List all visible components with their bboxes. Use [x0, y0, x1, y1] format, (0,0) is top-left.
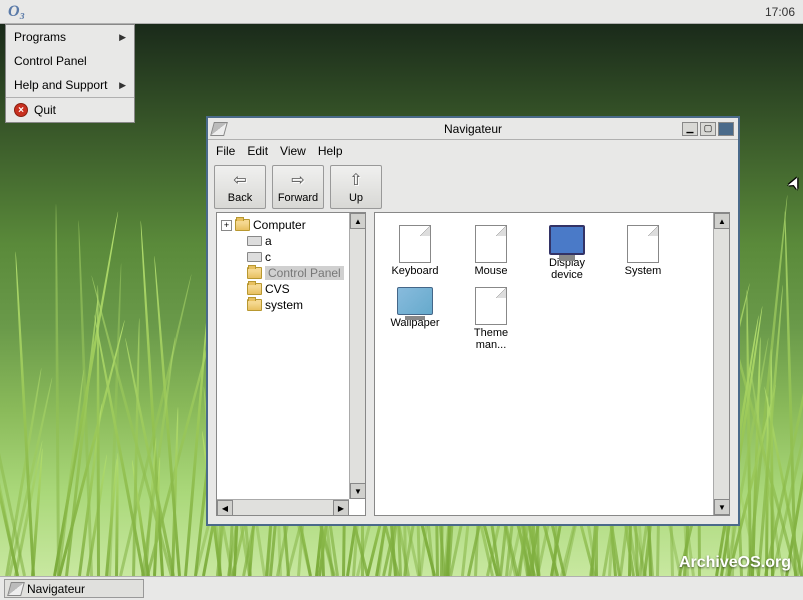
tree-item-a[interactable]: a [221, 233, 361, 249]
item-label: Keyboard [391, 265, 438, 277]
chevron-right-icon: ▶ [119, 80, 126, 91]
folder-icon [247, 299, 262, 311]
item-wallpaper[interactable]: Wallpaper [383, 287, 447, 351]
item-display-device[interactable]: Display device [535, 225, 599, 281]
menu-item-control-panel[interactable]: Control Panel [6, 49, 134, 73]
navigator-window: Navigateur ▁ ▢ File Edit View Help ⇦ Bac… [206, 116, 740, 526]
scroll-up-button[interactable]: ▲ [350, 213, 366, 229]
item-keyboard[interactable]: Keyboard [383, 225, 447, 281]
quit-icon: × [14, 103, 28, 117]
tree-label: system [265, 298, 303, 312]
tree-label: Control Panel [265, 266, 344, 280]
minimize-button[interactable]: ▁ [682, 122, 698, 136]
tree-label: Computer [253, 218, 306, 232]
tree-item-cvs[interactable]: CVS [221, 281, 361, 297]
tree-item-control-panel[interactable]: Control Panel [221, 265, 361, 281]
tree-horizontal-scrollbar[interactable]: ◀ ▶ [217, 499, 349, 515]
document-icon [399, 225, 431, 263]
drive-icon [247, 236, 262, 246]
window-title: Navigateur [444, 122, 502, 136]
menu-item-quit[interactable]: × Quit [6, 98, 134, 122]
menu-item-label: Control Panel [14, 54, 87, 68]
scroll-down-button[interactable]: ▼ [350, 483, 366, 499]
tree-item-c[interactable]: c [221, 249, 361, 265]
menu-item-programs[interactable]: Programs ▶ [6, 25, 134, 49]
folder-icon [235, 219, 250, 231]
menu-help[interactable]: Help [318, 144, 343, 158]
item-label: System [625, 265, 662, 277]
tree-label: c [265, 250, 271, 264]
folder-icon [247, 283, 262, 295]
clock: 17:06 [765, 5, 795, 19]
menu-item-label: Help and Support [14, 78, 107, 92]
arrow-left-icon: ⇦ [233, 170, 246, 190]
close-button[interactable] [718, 122, 734, 136]
menu-item-label: Programs [14, 30, 66, 44]
maximize-button[interactable]: ▢ [700, 122, 716, 136]
menu-item-help-and-support[interactable]: Help and Support ▶ [6, 73, 134, 97]
os-logo[interactable]: O₃ [8, 3, 25, 21]
icon-vertical-scrollbar[interactable]: ▲ ▼ [713, 213, 729, 515]
tree-vertical-scrollbar[interactable]: ▲ ▼ [349, 213, 365, 499]
titlebar[interactable]: Navigateur ▁ ▢ [208, 118, 738, 140]
up-label: Up [349, 192, 363, 204]
screen-icon [397, 287, 433, 315]
item-label: Theme man... [459, 327, 523, 351]
scroll-up-button[interactable]: ▲ [714, 213, 730, 229]
back-button[interactable]: ⇦ Back [214, 165, 266, 209]
drive-icon [247, 252, 262, 262]
up-button[interactable]: ⇧ Up [330, 165, 382, 209]
content-area: + Computer ac Control Panel CVS system ▲ ▼ ◀ … [208, 212, 738, 524]
forward-button[interactable]: ⇨ Forward [272, 165, 324, 209]
window-menubar: File Edit View Help [208, 140, 738, 162]
start-menu: Programs ▶ Control Panel Help and Support ▶ ×… [5, 24, 135, 123]
tree-root-computer[interactable]: + Computer [221, 217, 361, 233]
tree-label: a [265, 234, 272, 248]
task-label: Navigateur [27, 582, 85, 596]
item-theme-man-[interactable]: Theme man... [459, 287, 523, 351]
back-label: Back [228, 192, 252, 204]
item-mouse[interactable]: Mouse [459, 225, 523, 281]
quit-label: Quit [34, 103, 56, 117]
tree-panel: + Computer ac Control Panel CVS system ▲ ▼ ◀ … [216, 212, 366, 516]
tree-item-system[interactable]: system [221, 297, 361, 313]
scroll-right-button[interactable]: ▶ [333, 500, 349, 516]
arrow-up-icon: ⇧ [349, 170, 362, 190]
document-icon [475, 287, 507, 325]
taskbar-task-navigateur[interactable]: Navigateur [4, 579, 144, 598]
watermark: ArchiveOS.org [679, 554, 791, 572]
scroll-down-button[interactable]: ▼ [714, 499, 730, 515]
toolbar: ⇦ Back ⇨ Forward ⇧ Up [208, 162, 738, 212]
document-icon [475, 225, 507, 263]
titlebar-app-icon [210, 122, 228, 136]
icon-panel: Keyboard Mouse Display device System Wallpap… [374, 212, 730, 516]
task-app-icon [7, 582, 25, 596]
forward-label: Forward [278, 192, 318, 204]
folder-icon [247, 267, 262, 279]
menu-view[interactable]: View [280, 144, 306, 158]
document-icon [627, 225, 659, 263]
top-menubar: O₃ 17:06 [0, 0, 803, 24]
menu-edit[interactable]: Edit [247, 144, 268, 158]
monitor-icon [549, 225, 585, 255]
tree-label: CVS [265, 282, 290, 296]
item-system[interactable]: System [611, 225, 675, 281]
expand-icon[interactable]: + [221, 220, 232, 231]
menu-file[interactable]: File [216, 144, 235, 158]
chevron-right-icon: ▶ [119, 32, 126, 43]
scroll-left-button[interactable]: ◀ [217, 500, 233, 516]
taskbar: Navigateur [0, 576, 803, 600]
item-label: Mouse [474, 265, 507, 277]
arrow-right-icon: ⇨ [291, 170, 304, 190]
